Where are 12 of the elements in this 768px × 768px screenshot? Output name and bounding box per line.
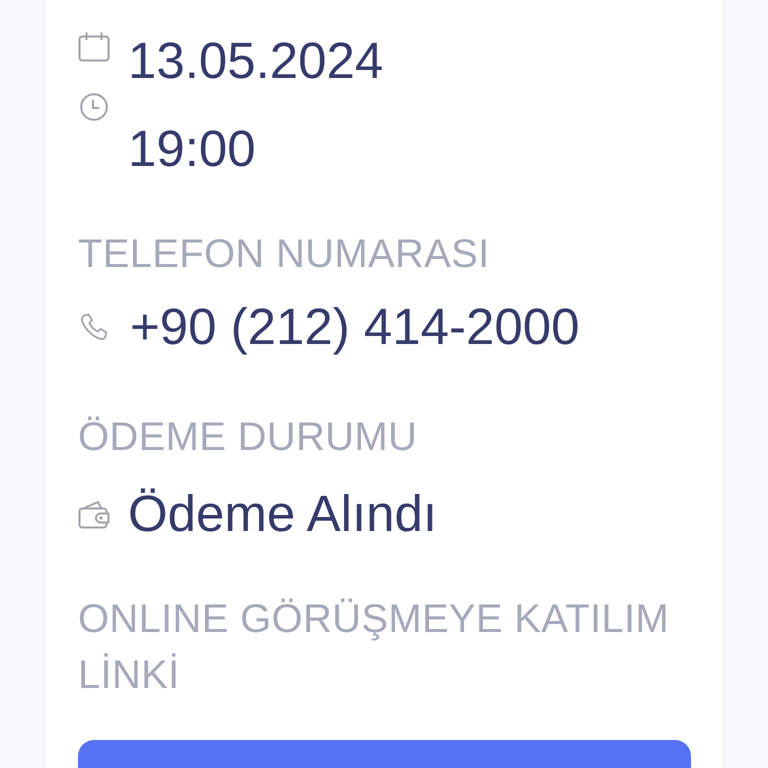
join-button[interactable] <box>78 740 691 768</box>
wallet-icon <box>78 499 110 529</box>
clock-icon <box>80 93 108 121</box>
field-label: ONLINE GÖRÜŞMEYE KATILIM LİNKİ <box>78 596 670 699</box>
calendar-icon <box>78 32 110 62</box>
field-label: TELEFON NUMARASI <box>78 231 491 278</box>
phone-icon <box>80 313 108 341</box>
date-text: 13.05.2024 <box>128 31 384 91</box>
field-label: ÖDEME DURUMU <box>78 414 418 461</box>
time-text: 19:00 <box>128 119 257 179</box>
phone-number: +90 (212) 414-2000 <box>130 297 580 357</box>
payment-status: Ödeme Alındı <box>128 484 438 544</box>
